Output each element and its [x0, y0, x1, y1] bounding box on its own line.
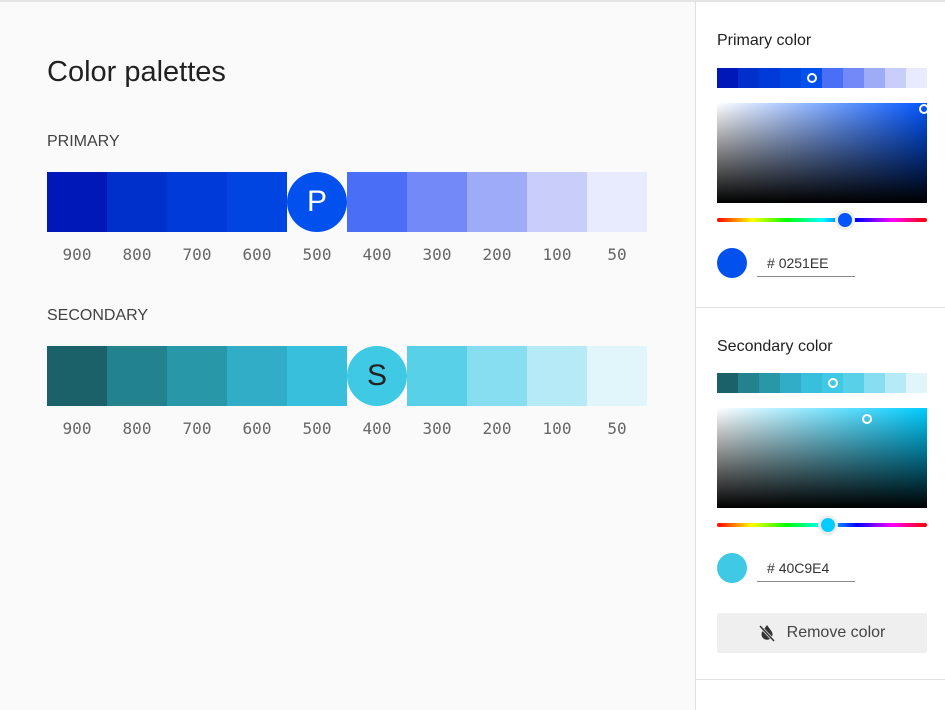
- strip-swatch-600[interactable]: [780, 68, 801, 88]
- swatch-600[interactable]: [227, 346, 287, 406]
- color-sidebar: Primary color # 0251EE Secondary color #…: [695, 2, 945, 710]
- primary-palette: P: [47, 172, 647, 232]
- secondary-hue-slider[interactable]: [717, 518, 927, 532]
- shade-label: 200: [482, 419, 512, 438]
- shade-label: 500: [302, 419, 332, 438]
- primary-label: PRIMARY: [47, 133, 120, 150]
- selected-letter: P: [306, 185, 327, 218]
- selected-ring: [806, 73, 817, 83]
- secondary-color-title: Secondary color: [717, 338, 833, 355]
- shade-label: 800: [122, 245, 152, 264]
- strip-swatch-900[interactable]: [717, 373, 738, 393]
- shade-label: 700: [182, 245, 212, 264]
- swatch-50[interactable]: [587, 172, 647, 232]
- swatch-200[interactable]: [467, 172, 527, 232]
- swatch-300[interactable]: [407, 172, 467, 232]
- strip-swatch-800[interactable]: [738, 68, 759, 88]
- strip-swatch-800[interactable]: [738, 373, 759, 393]
- shade-label: 800: [122, 419, 152, 438]
- saturation-handle[interactable]: [919, 104, 929, 114]
- shade-label: 100: [542, 419, 572, 438]
- shade-label: 300: [422, 245, 452, 264]
- strip-swatch-100[interactable]: [885, 373, 906, 393]
- swatch-100[interactable]: [527, 346, 587, 406]
- swatch-600[interactable]: [227, 172, 287, 232]
- secondary-hex-value: 40C9E4: [778, 560, 830, 576]
- strip-swatch-700[interactable]: [759, 373, 780, 393]
- secondary-label: SECONDARY: [47, 307, 149, 324]
- remove-color-label: Remove color: [786, 624, 886, 641]
- strip-swatch-400[interactable]: [822, 373, 843, 393]
- shade-label: 50: [607, 419, 627, 438]
- secondary-shade-labels: 900 800 700 600 500 400 300 200 100 50: [47, 419, 647, 438]
- page-title: Color palettes: [47, 56, 226, 88]
- secondary-hex-input[interactable]: # 40C9E4: [757, 554, 855, 582]
- strip-swatch-200[interactable]: [864, 373, 885, 393]
- shade-label: 300: [422, 419, 452, 438]
- hash-symbol: #: [767, 255, 775, 271]
- swatch-500[interactable]: [287, 346, 347, 406]
- strip-swatch-500[interactable]: [801, 373, 822, 393]
- shade-label: 600: [242, 245, 272, 264]
- primary-color-preview: [717, 248, 747, 278]
- shade-label: 700: [182, 419, 212, 438]
- primary-saturation-picker[interactable]: [717, 103, 929, 203]
- shade-label: 400: [362, 419, 392, 438]
- selected-ring: [827, 378, 838, 388]
- swatch-800[interactable]: [107, 172, 167, 232]
- strip-swatch-900[interactable]: [717, 68, 738, 88]
- shade-label: 900: [62, 419, 92, 438]
- secondary-color-preview: [717, 553, 747, 583]
- swatch-900[interactable]: [47, 346, 107, 406]
- remove-color-button[interactable]: Remove color: [717, 613, 927, 653]
- swatch-800[interactable]: [107, 346, 167, 406]
- hash-symbol: #: [767, 560, 775, 576]
- strip-swatch-400[interactable]: [822, 68, 843, 88]
- secondary-saturation-picker[interactable]: [717, 408, 927, 508]
- primary-hue-slider[interactable]: [717, 213, 927, 227]
- secondary-palette: S: [47, 346, 647, 406]
- selected-letter: S: [366, 359, 387, 392]
- strip-swatch-50[interactable]: [906, 68, 927, 88]
- strip-swatch-600[interactable]: [780, 373, 801, 393]
- primary-shade-strip[interactable]: [717, 68, 927, 88]
- no-color-icon: [758, 624, 775, 642]
- primary-hex-input[interactable]: # 0251EE: [757, 249, 855, 277]
- shade-label: 400: [362, 245, 392, 264]
- hue-thumb[interactable]: [838, 213, 852, 227]
- strip-swatch-50[interactable]: [906, 373, 927, 393]
- primary-shade-labels: 900 800 700 600 500 400 300 200 100 50: [47, 245, 647, 264]
- swatch-300[interactable]: [407, 346, 467, 406]
- swatch-400[interactable]: S: [347, 346, 407, 406]
- swatch-900[interactable]: [47, 172, 107, 232]
- swatch-500[interactable]: P: [287, 172, 347, 232]
- swatch-50[interactable]: [587, 346, 647, 406]
- shade-label: 500: [302, 245, 332, 264]
- swatch-100[interactable]: [527, 172, 587, 232]
- swatch-400[interactable]: [347, 172, 407, 232]
- strip-swatch-300[interactable]: [843, 68, 864, 88]
- primary-hex-value: 0251EE: [778, 255, 829, 271]
- shade-label: 200: [482, 245, 512, 264]
- primary-color-panel: Primary color # 0251EE: [696, 2, 945, 308]
- strip-swatch-200[interactable]: [864, 68, 885, 88]
- strip-swatch-100[interactable]: [885, 68, 906, 88]
- strip-swatch-500[interactable]: [801, 68, 822, 88]
- shade-label: 600: [242, 419, 272, 438]
- strip-swatch-700[interactable]: [759, 68, 780, 88]
- shade-label: 100: [542, 245, 572, 264]
- shade-label: 50: [607, 245, 627, 264]
- swatch-700[interactable]: [167, 172, 227, 232]
- primary-color-title: Primary color: [717, 32, 812, 49]
- shade-label: 900: [62, 245, 92, 264]
- secondary-shade-strip[interactable]: [717, 373, 927, 393]
- saturation-handle[interactable]: [862, 414, 872, 424]
- strip-swatch-300[interactable]: [843, 373, 864, 393]
- palette-area: Color palettes PRIMARY P 900 800 700 600 500…: [0, 2, 695, 710]
- swatch-200[interactable]: [467, 346, 527, 406]
- swatch-700[interactable]: [167, 346, 227, 406]
- hue-thumb[interactable]: [821, 518, 835, 532]
